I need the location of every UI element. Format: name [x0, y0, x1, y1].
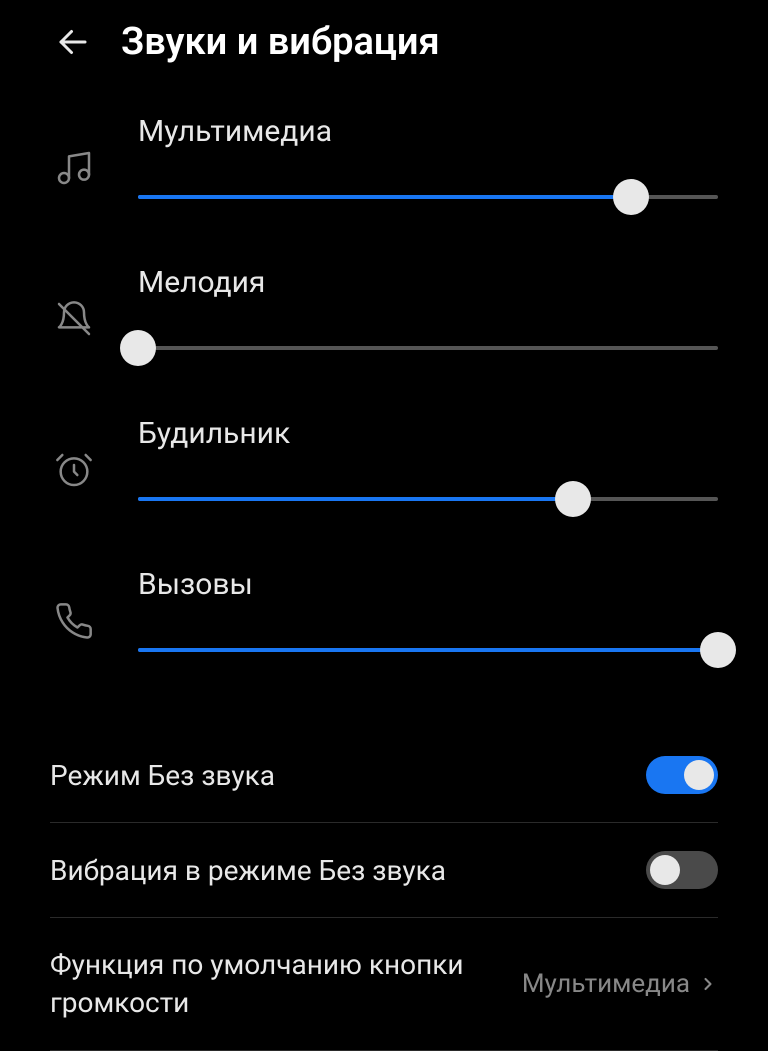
- slider-alarm-track[interactable]: [138, 481, 718, 517]
- alarm-clock-icon: [50, 446, 98, 494]
- back-icon[interactable]: [55, 24, 91, 60]
- toggle-vibrate-silent[interactable]: [646, 851, 718, 889]
- setting-label: Функция по умолчанию кнопки громкости: [50, 946, 522, 1022]
- header: Звуки и вибрация: [0, 0, 768, 84]
- slider-label: Мелодия: [138, 265, 718, 300]
- setting-volume-default[interactable]: Функция по умолчанию кнопки громкости Му…: [50, 918, 718, 1051]
- slider-alarm: Будильник: [50, 416, 718, 517]
- slider-multimedia: Мультимедиа: [50, 114, 718, 215]
- slider-calls: Вызовы: [50, 567, 718, 668]
- slider-label: Вызовы: [138, 567, 718, 602]
- slider-ringtone: Мелодия: [50, 265, 718, 366]
- setting-vibrate-silent[interactable]: Вибрация в режиме Без звука: [50, 823, 718, 918]
- slider-calls-track[interactable]: [138, 632, 718, 668]
- phone-icon: [50, 597, 98, 645]
- setting-value: Мультимедиа: [522, 969, 690, 999]
- slider-label: Будильник: [138, 416, 718, 451]
- page-title: Звуки и вибрация: [121, 20, 440, 64]
- setting-value-wrap: Мультимедиа: [522, 969, 718, 999]
- slider-label: Мультимедиа: [138, 114, 718, 149]
- setting-silent-mode[interactable]: Режим Без звука: [50, 728, 718, 823]
- bell-off-icon: [50, 295, 98, 343]
- slider-ringtone-track[interactable]: [138, 330, 718, 366]
- music-note-icon: [50, 144, 98, 192]
- volume-sliders: Мультимедиа Мелодия: [0, 84, 768, 728]
- toggle-silent-mode[interactable]: [646, 756, 718, 794]
- slider-multimedia-track[interactable]: [138, 179, 718, 215]
- settings-list: Режим Без звука Вибрация в режиме Без зв…: [0, 728, 768, 1051]
- setting-label: Режим Без звука: [50, 759, 646, 792]
- chevron-right-icon: [698, 974, 718, 994]
- setting-label: Вибрация в режиме Без звука: [50, 854, 646, 887]
